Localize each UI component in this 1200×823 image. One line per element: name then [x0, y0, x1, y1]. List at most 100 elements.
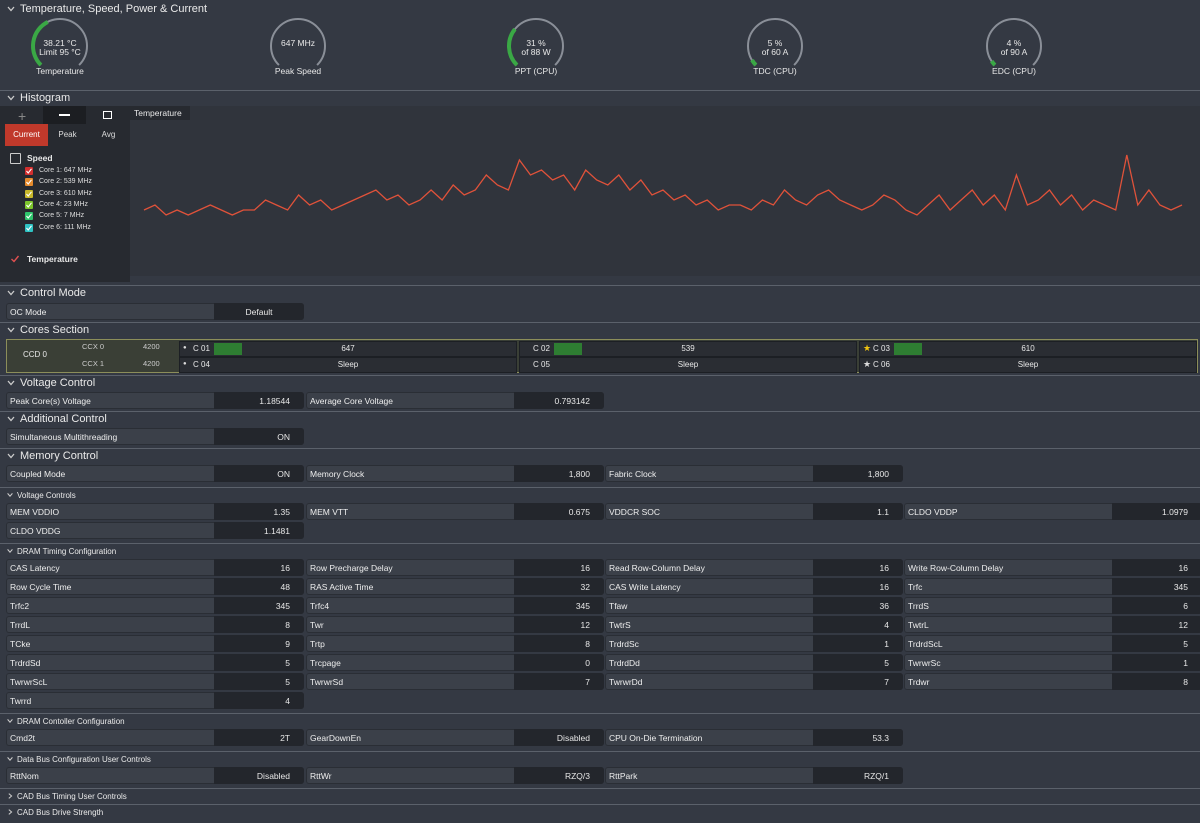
setting-field[interactable]: TrdrdDd 5: [605, 654, 903, 671]
core-checkbox[interactable]: [25, 212, 33, 221]
core-cell[interactable]: ★ C 03 610: [859, 341, 1197, 357]
setting-field[interactable]: Simultaneous Multithreading ON: [6, 428, 304, 445]
setting-field[interactable]: TwtrS 4: [605, 616, 903, 633]
setting-field[interactable]: Trfc2 345: [6, 597, 304, 614]
tab-avg[interactable]: Avg: [87, 124, 130, 146]
field-value-box[interactable]: 1.35: [214, 503, 304, 520]
setting-field[interactable]: MEM VDDIO 1.35: [6, 503, 304, 520]
field-value-box[interactable]: 8: [214, 616, 304, 633]
histogram-chart-tab[interactable]: Temperature: [130, 106, 190, 120]
section-header-memory[interactable]: Memory Control: [0, 448, 1200, 465]
field-value-box[interactable]: 1.1: [813, 503, 903, 520]
setting-field[interactable]: Trtp 8: [306, 635, 604, 652]
section-header-cores[interactable]: Cores Section: [0, 322, 1200, 339]
core-cell[interactable]: C 05 Sleep: [519, 357, 857, 373]
setting-field[interactable]: Trfc4 345: [306, 597, 604, 614]
setting-field[interactable]: Cmd2t 2T: [6, 729, 304, 746]
core-checkbox[interactable]: [25, 223, 33, 232]
field-value-box[interactable]: 16: [214, 559, 304, 576]
setting-field[interactable]: CAS Latency 16: [6, 559, 304, 576]
field-value-box[interactable]: 53.3: [813, 729, 903, 746]
setting-field[interactable]: Trcpage 0: [306, 654, 604, 671]
field-value-box[interactable]: ON: [214, 465, 304, 482]
section-header-voltage-controls[interactable]: Voltage Controls: [0, 487, 1200, 504]
field-value-box[interactable]: 0.793142: [514, 392, 604, 409]
setting-field[interactable]: Row Cycle Time 48: [6, 578, 304, 595]
field-value-box[interactable]: 1.18544: [214, 392, 304, 409]
setting-field[interactable]: CLDO VDDG 1.1481: [6, 522, 304, 539]
field-value-box[interactable]: 48: [214, 578, 304, 595]
field-value-box[interactable]: 345: [1112, 578, 1200, 595]
section-header-data-bus[interactable]: Data Bus Configuration User Controls: [0, 751, 1200, 768]
field-value-box[interactable]: 4: [813, 616, 903, 633]
core-cell[interactable]: ● C 01 647: [179, 341, 517, 357]
setting-field[interactable]: TrdrdSd 5: [6, 654, 304, 671]
setting-field[interactable]: Memory Clock 1,800: [306, 465, 604, 482]
setting-field[interactable]: TrrdS 6: [904, 597, 1200, 614]
setting-field[interactable]: RttWr RZQ/3: [306, 767, 604, 784]
field-value-box[interactable]: 1,800: [514, 465, 604, 482]
field-value-box[interactable]: ON: [214, 428, 304, 445]
add-icon[interactable]: +: [18, 108, 26, 124]
field-value-box[interactable]: 1.0979: [1112, 503, 1200, 520]
section-header-dram-controller[interactable]: DRAM Contoller Configuration: [0, 713, 1200, 730]
setting-field[interactable]: RttPark RZQ/1: [605, 767, 903, 784]
setting-field[interactable]: TwrwrSc 1: [904, 654, 1200, 671]
field-value-box[interactable]: 4: [214, 692, 304, 709]
field-value-box[interactable]: 16: [1112, 559, 1200, 576]
field-value-box[interactable]: 1: [813, 635, 903, 652]
setting-field[interactable]: Twrrd 4: [6, 692, 304, 709]
field-value-box[interactable]: 345: [514, 597, 604, 614]
section-header-additional[interactable]: Additional Control: [0, 411, 1200, 428]
setting-field[interactable]: Twr 12: [306, 616, 604, 633]
core-checkbox[interactable]: [25, 178, 33, 187]
field-value-box[interactable]: 345: [214, 597, 304, 614]
setting-field[interactable]: Read Row-Column Delay 16: [605, 559, 903, 576]
section-header-voltage[interactable]: Voltage Control: [0, 375, 1200, 392]
tab-current[interactable]: Current: [5, 124, 48, 146]
field-value-box[interactable]: 7: [514, 673, 604, 690]
setting-field[interactable]: TrrdL 8: [6, 616, 304, 633]
field-value-box[interactable]: 6: [1112, 597, 1200, 614]
field-value-box[interactable]: 8: [1112, 673, 1200, 690]
check-icon[interactable]: [10, 254, 20, 264]
field-value-box[interactable]: 8: [514, 635, 604, 652]
setting-field[interactable]: VDDCR SOC 1.1: [605, 503, 903, 520]
core-checkbox[interactable]: [25, 167, 33, 175]
setting-field[interactable]: RAS Active Time 32: [306, 578, 604, 595]
field-value-box[interactable]: 32: [514, 578, 604, 595]
setting-field[interactable]: CAS Write Latency 16: [605, 578, 903, 595]
field-value-box[interactable]: 16: [813, 559, 903, 576]
setting-field[interactable]: Fabric Clock 1,800: [605, 465, 903, 482]
setting-field[interactable]: GearDownEn Disabled: [306, 729, 604, 746]
setting-field[interactable]: TwrwrDd 7: [605, 673, 903, 690]
core-cell[interactable]: ● C 04 Sleep: [179, 357, 517, 373]
setting-field[interactable]: MEM VTT 0.675: [306, 503, 604, 520]
field-value-box[interactable]: 1: [1112, 654, 1200, 671]
field-value-box[interactable]: RZQ/3: [514, 767, 604, 784]
setting-field[interactable]: TwtrL 12: [904, 616, 1200, 633]
setting-field[interactable]: RttNom Disabled: [6, 767, 304, 784]
setting-field[interactable]: Row Precharge Delay 16: [306, 559, 604, 576]
setting-field[interactable]: Peak Core(s) Voltage 1.18544: [6, 392, 304, 409]
setting-field[interactable]: TrdrdScL 5: [904, 635, 1200, 652]
setting-field[interactable]: Write Row-Column Delay 16: [904, 559, 1200, 576]
section-header-histogram[interactable]: Histogram: [0, 90, 1200, 107]
setting-field[interactable]: TwrwrScL 5: [6, 673, 304, 690]
core-checkbox[interactable]: [25, 200, 33, 209]
field-value-box[interactable]: RZQ/1: [813, 767, 903, 784]
field-value-box[interactable]: 16: [514, 559, 604, 576]
setting-field[interactable]: Tfaw 36: [605, 597, 903, 614]
field-value-box[interactable]: 1,800: [813, 465, 903, 482]
speed-checkbox[interactable]: [10, 153, 21, 164]
field-value-box[interactable]: 1.1481: [214, 522, 304, 539]
setting-field[interactable]: Average Core Voltage 0.793142: [306, 392, 604, 409]
section-header-cad-timing[interactable]: CAD Bus Timing User Controls: [0, 788, 1200, 805]
field-value-box[interactable]: Disabled: [214, 767, 304, 784]
field-value-box[interactable]: 0.675: [514, 503, 604, 520]
field-value-box[interactable]: 0: [514, 654, 604, 671]
field-value-box[interactable]: 12: [1112, 616, 1200, 633]
setting-field[interactable]: TCke 9: [6, 635, 304, 652]
field-value-box[interactable]: 2T: [214, 729, 304, 746]
field-value-box[interactable]: Default: [214, 303, 304, 320]
